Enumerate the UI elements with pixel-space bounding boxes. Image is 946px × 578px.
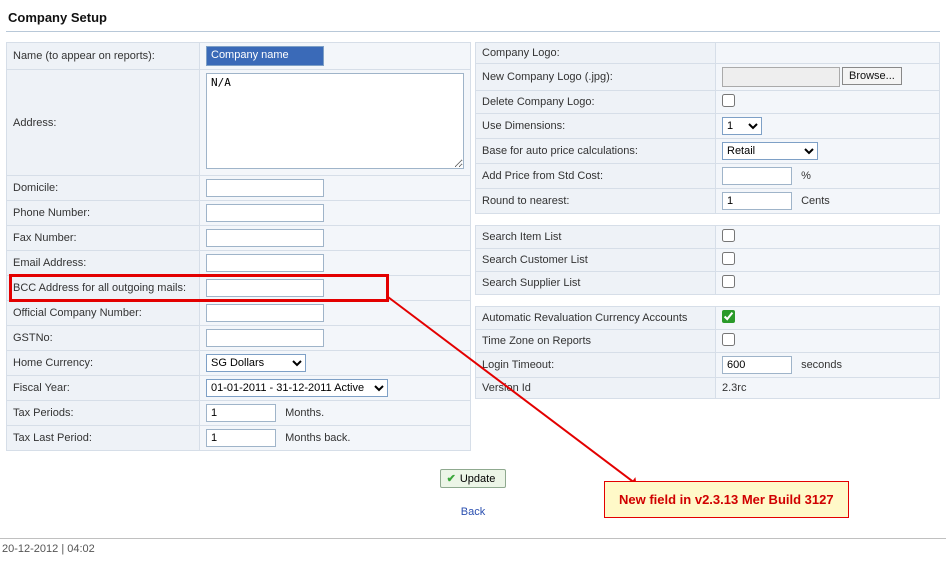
logo-file-input[interactable]: [722, 67, 840, 87]
annotation-callout: New field in v2.3.13 Mer Build 3127: [604, 481, 849, 518]
taxp-label: Tax Periods:: [7, 401, 200, 426]
left-form: Name (to appear on reports): Company nam…: [6, 42, 471, 451]
currency-select[interactable]: SG Dollars: [206, 354, 306, 372]
taxlp-label: Tax Last Period:: [7, 426, 200, 451]
logo-label: Company Logo:: [476, 43, 716, 64]
email-input[interactable]: [206, 254, 324, 272]
address-label: Address:: [7, 70, 200, 176]
timeout-input[interactable]: [722, 356, 792, 374]
bcc-input[interactable]: [206, 279, 324, 297]
fiscal-label: Fiscal Year:: [7, 376, 200, 401]
ver-label: Version Id: [476, 378, 716, 399]
gst-input[interactable]: [206, 329, 324, 347]
email-label: Email Address:: [7, 251, 200, 276]
status-bar: 20-12-2012 | 04:02: [0, 538, 946, 559]
ver-value: 2.3rc: [716, 378, 940, 399]
logo-value: [716, 43, 940, 64]
sitem-label: Search Item List: [476, 226, 716, 249]
autorev-checkbox[interactable]: [722, 310, 735, 323]
tz-checkbox[interactable]: [722, 333, 735, 346]
addprice-input[interactable]: [722, 167, 792, 185]
autorev-label: Automatic Revaluation Currency Accounts: [476, 307, 716, 330]
taxp-unit: Months.: [285, 407, 324, 419]
right-form: Company Logo: New Company Logo (.jpg): B…: [475, 42, 940, 399]
dims-label: Use Dimensions:: [476, 114, 716, 139]
curr-label: Home Currency:: [7, 351, 200, 376]
base-label: Base for auto price calculations:: [476, 139, 716, 164]
address-textarea[interactable]: N/A: [206, 73, 464, 169]
taxp-input[interactable]: [206, 404, 276, 422]
ssupp-label: Search Supplier List: [476, 272, 716, 295]
domicile-input[interactable]: [206, 179, 324, 197]
gst-label: GSTNo:: [7, 326, 200, 351]
browse-button[interactable]: Browse...: [842, 67, 902, 85]
addprice-unit: %: [801, 170, 811, 182]
update-button[interactable]: ✔ Update: [440, 469, 507, 488]
domicile-label: Domicile:: [7, 176, 200, 201]
ssupp-checkbox[interactable]: [722, 275, 735, 288]
name-label: Name (to appear on reports):: [7, 43, 200, 70]
phone-input[interactable]: [206, 204, 324, 222]
sitem-checkbox[interactable]: [722, 229, 735, 242]
taxlp-unit: Months back.: [285, 432, 350, 444]
round-input[interactable]: [722, 192, 792, 210]
coynum-label: Official Company Number:: [7, 301, 200, 326]
base-select[interactable]: Retail: [722, 142, 818, 160]
fiscal-select[interactable]: 01-01-2011 - 31-12-2011 Active: [206, 379, 388, 397]
coynum-input[interactable]: [206, 304, 324, 322]
fax-label: Fax Number:: [7, 226, 200, 251]
scust-label: Search Customer List: [476, 249, 716, 272]
taxlp-input[interactable]: [206, 429, 276, 447]
dellogo-label: Delete Company Logo:: [476, 91, 716, 114]
round-unit: Cents: [801, 195, 830, 207]
bcc-label: BCC Address for all outgoing mails:: [7, 276, 200, 301]
check-icon: ✔: [447, 473, 456, 485]
newlogo-label: New Company Logo (.jpg):: [476, 64, 716, 91]
fax-input[interactable]: [206, 229, 324, 247]
round-label: Round to nearest:: [476, 189, 716, 214]
timeout-label: Login Timeout:: [476, 353, 716, 378]
update-label: Update: [460, 473, 495, 485]
addprice-label: Add Price from Std Cost:: [476, 164, 716, 189]
phone-label: Phone Number:: [7, 201, 200, 226]
timeout-unit: seconds: [801, 359, 842, 371]
dims-select[interactable]: 1: [722, 117, 762, 135]
scust-checkbox[interactable]: [722, 252, 735, 265]
dellogo-checkbox[interactable]: [722, 94, 735, 107]
name-input[interactable]: Company name: [206, 46, 324, 66]
page-title: Company Setup: [6, 8, 940, 32]
tz-label: Time Zone on Reports: [476, 330, 716, 353]
